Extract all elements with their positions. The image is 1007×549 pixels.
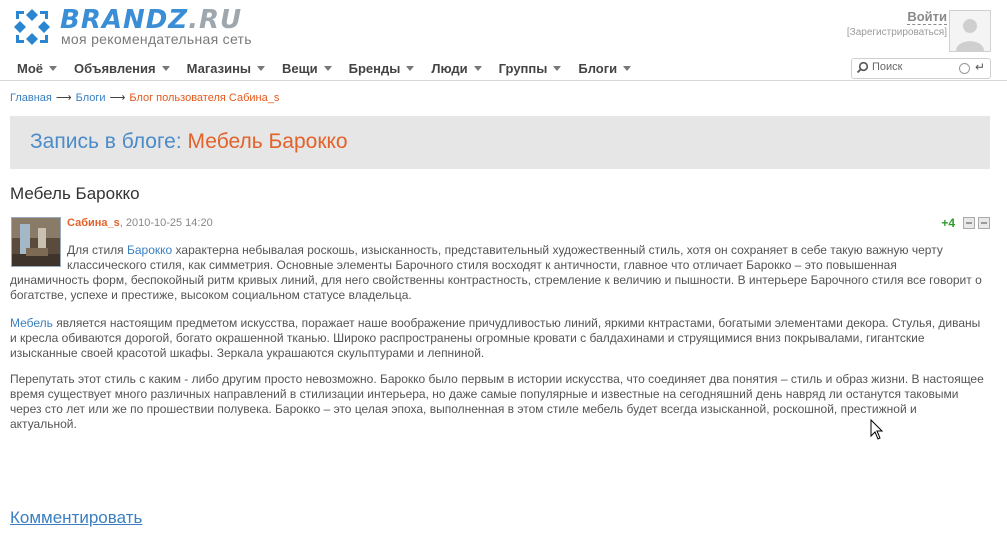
search-go-icon[interactable] <box>959 63 970 74</box>
vote-down-icon[interactable] <box>978 217 990 229</box>
search-icon <box>856 61 869 74</box>
nav-item-shops[interactable]: Магазины <box>186 60 266 76</box>
post-paragraph-3: Перепутать этот стиль с каким - либо дру… <box>10 372 984 431</box>
breadcrumb-separator: ⟶ <box>55 92 72 104</box>
rating-value: +4 <box>941 216 955 230</box>
avatar[interactable] <box>949 10 991 52</box>
nav-item-mine[interactable]: Моё <box>17 60 57 76</box>
nav-item-brands[interactable]: Бренды <box>349 60 415 76</box>
breadcrumb-blogs[interactable]: Блоги <box>76 92 106 104</box>
paragraph-text: является настоящим предметом искусства, … <box>10 316 981 360</box>
search-placeholder: Поиск <box>872 61 903 73</box>
post-meta: Сабина_s, 2010-10-25 14:20 <box>67 217 213 229</box>
interior-photo-icon <box>12 218 60 266</box>
site-logo[interactable]: BRANDZ.RU моя рекомендательная сеть <box>10 5 260 49</box>
nav-item-blogs[interactable]: Блоги <box>578 60 632 76</box>
breadcrumb: Главная ⟶ Блоги ⟶ Блог пользователя Сабина_s <box>10 91 279 104</box>
page-title-prefix: Запись в блоге: <box>30 130 188 153</box>
nav-item-label: Магазины <box>186 60 252 76</box>
nav-item-label: Бренды <box>348 60 401 76</box>
vote-up-icon[interactable] <box>963 217 975 229</box>
nav-item-things[interactable]: Вещи <box>282 60 332 76</box>
chevron-down-icon <box>473 66 482 71</box>
mouse-cursor-icon <box>870 419 884 440</box>
logo-tagline: моя рекомендательная сеть <box>61 31 252 47</box>
post-thumbnail[interactable] <box>11 217 61 267</box>
user-silhouette-icon <box>956 19 984 51</box>
post-date: , 2010-10-25 14:20 <box>119 217 213 229</box>
post-paragraph-1: Для стиля Барокко характерна небывалая р… <box>67 243 985 273</box>
page-title-name: Мебель Барокко <box>187 130 348 153</box>
paragraph-text: характерна небывалая роскошь, изысканнос… <box>67 243 943 272</box>
logo-wordmark: BRANDZ.RU <box>60 6 242 34</box>
register-link[interactable]: [Зарегистрироваться] <box>847 27 947 38</box>
chevron-down-icon <box>623 66 632 71</box>
comment-link[interactable]: Комментировать <box>10 508 142 528</box>
chevron-down-icon <box>406 66 415 71</box>
site-header: BRANDZ.RU моя рекомендательная сеть Войт… <box>0 0 1007 81</box>
furniture-link[interactable]: Мебель <box>10 316 53 330</box>
nav-item-ads[interactable]: Объявления <box>74 60 170 76</box>
chevron-down-icon <box>553 66 562 71</box>
brand-logo-icon <box>14 9 50 45</box>
nav-item-label: Группы <box>498 60 548 76</box>
chevron-down-icon <box>161 66 170 71</box>
chevron-down-icon <box>257 66 266 71</box>
nav-item-label: Моё <box>17 60 43 76</box>
nav-item-label: Люди <box>431 60 468 76</box>
login-link[interactable]: Войти <box>907 9 947 25</box>
main-nav: Моё Объявления Магазины Вещи Бренды Люди… <box>17 60 648 76</box>
nav-item-label: Блоги <box>578 60 618 76</box>
breadcrumb-home[interactable]: Главная <box>10 92 52 104</box>
post-rating: +4 <box>941 216 990 230</box>
breadcrumb-separator: ⟶ <box>109 92 126 104</box>
page-title: Запись в блоге: Мебель Барокко <box>30 130 348 154</box>
breadcrumb-current[interactable]: Блог пользователя Сабина_s <box>129 92 279 104</box>
baroque-link[interactable]: Барокко <box>127 243 172 257</box>
enter-icon[interactable]: ↵ <box>975 60 985 74</box>
nav-item-label: Вещи <box>282 60 318 76</box>
post-author-link[interactable]: Сабина_s <box>67 217 120 229</box>
login-block: Войти [Зарегистрироваться] <box>847 8 947 38</box>
chevron-down-icon <box>49 66 57 71</box>
chevron-down-icon <box>323 66 332 71</box>
paragraph-text: Для стиля <box>67 243 127 257</box>
nav-item-label: Объявления <box>74 60 156 76</box>
page-title-bar: Запись в блоге: Мебель Барокко <box>10 116 990 169</box>
post-paragraph-2: Мебель является настоящим предметом иску… <box>10 316 985 361</box>
nav-item-people[interactable]: Люди <box>431 60 482 76</box>
post-title: Мебель Барокко <box>10 184 140 203</box>
nav-item-groups[interactable]: Группы <box>499 60 562 76</box>
search-input[interactable]: Поиск ↵ <box>851 58 991 79</box>
post-paragraph-1-continued: динамичность форм, беспокойный ритм крив… <box>10 273 982 302</box>
